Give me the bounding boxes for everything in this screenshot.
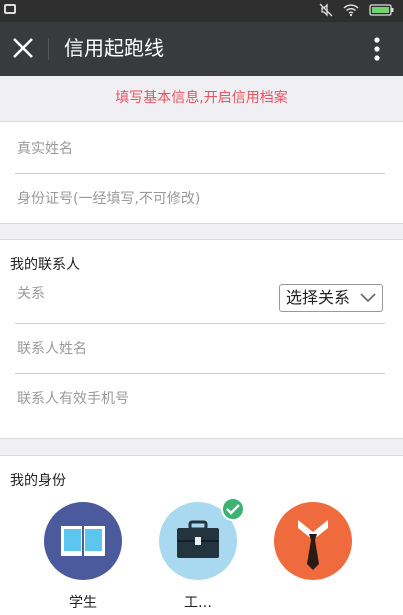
title-bar: 信用起跑线 bbox=[0, 22, 403, 76]
identity-worker[interactable]: 工… bbox=[158, 497, 245, 612]
business-circle bbox=[274, 502, 352, 580]
relation-label: 关系 bbox=[17, 286, 45, 302]
real-name-field bbox=[15, 124, 385, 174]
relation-select-value: 选择关系 bbox=[286, 288, 351, 307]
identity-student-label: 学生 bbox=[69, 595, 97, 611]
more-vertical-icon bbox=[374, 37, 380, 61]
identity-section-title: 我的身份 bbox=[10, 473, 66, 489]
real-name-input[interactable] bbox=[15, 124, 385, 173]
contact-phone-input[interactable] bbox=[15, 374, 385, 423]
student-circle bbox=[44, 502, 122, 580]
chevron-down-icon bbox=[360, 293, 376, 303]
book-icon bbox=[61, 526, 105, 556]
identity-panel: 我的身份 学生 工… bbox=[0, 455, 403, 615]
relation-select[interactable]: 选择关系 bbox=[279, 284, 383, 312]
wifi-icon bbox=[343, 4, 359, 17]
basic-info-panel bbox=[0, 121, 403, 224]
contact-name-field bbox=[15, 324, 385, 374]
more-menu-button[interactable] bbox=[365, 35, 389, 63]
selected-check-icon bbox=[221, 497, 245, 521]
id-number-input[interactable] bbox=[15, 174, 385, 223]
relation-field: 关系 选择关系 bbox=[15, 284, 385, 324]
title-divider bbox=[48, 38, 49, 60]
contact-name-input[interactable] bbox=[15, 324, 385, 373]
info-notice: 填写基本信息,开启信用档案 bbox=[115, 90, 288, 106]
page-title: 信用起跑线 bbox=[64, 36, 164, 60]
contact-panel: 我的联系人 关系 选择关系 bbox=[0, 239, 403, 439]
identity-business[interactable] bbox=[273, 502, 353, 592]
contact-phone-field bbox=[15, 374, 385, 424]
contact-section-title: 我的联系人 bbox=[10, 257, 80, 273]
worker-circle bbox=[159, 497, 245, 580]
notification-icon bbox=[4, 4, 16, 14]
status-bar bbox=[0, 0, 403, 22]
identity-worker-label: 工… bbox=[184, 595, 212, 611]
shirt-tie-icon bbox=[298, 520, 328, 570]
battery-icon bbox=[369, 4, 394, 16]
identity-student[interactable]: 学生 bbox=[43, 502, 123, 612]
mute-icon bbox=[319, 3, 333, 17]
close-icon bbox=[13, 38, 33, 58]
id-number-field bbox=[15, 174, 385, 224]
close-button[interactable] bbox=[10, 35, 36, 61]
